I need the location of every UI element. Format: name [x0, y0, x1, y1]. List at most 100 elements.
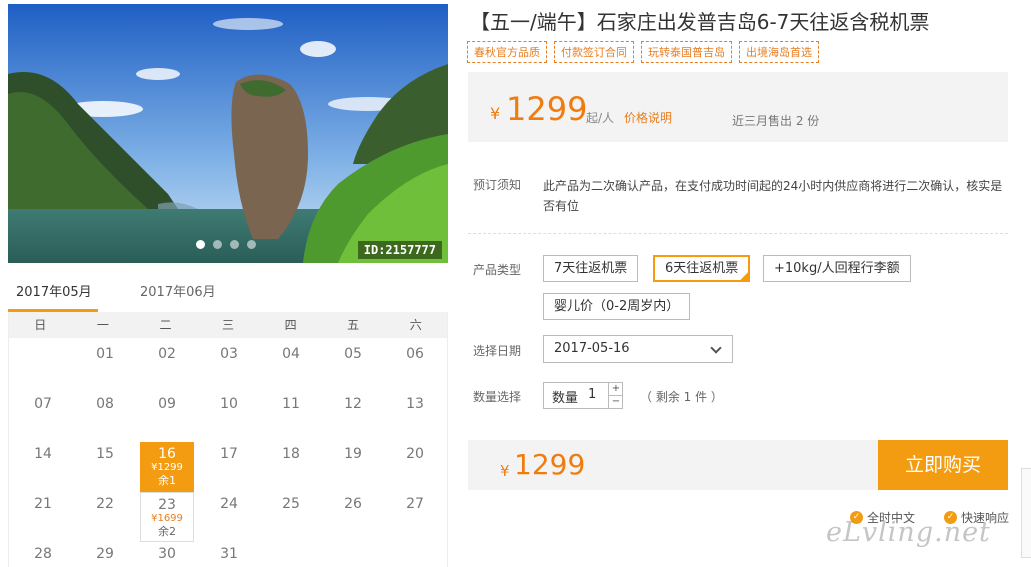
quantity-field-label: 数量 — [552, 391, 579, 406]
slide-dot-1[interactable] — [196, 240, 205, 249]
calendar-day[interactable]: 16 ¥1299 余1 — [140, 442, 194, 492]
calendar-day: 15 — [74, 442, 136, 492]
photo-id-label: ID:2157777 — [357, 241, 442, 259]
calendar-day-stock: 余2 — [158, 525, 176, 538]
price-currency: ¥ — [490, 104, 501, 123]
chevron-down-icon — [710, 342, 722, 354]
type-option-7day[interactable]: 7天往返机票 — [543, 255, 639, 282]
calendar-day: 26 — [322, 492, 384, 542]
date-select-value: 2017-05-16 — [554, 341, 630, 356]
slide-dot-2[interactable] — [213, 240, 222, 249]
type-option-luggage[interactable]: +10kg/人回程行李额 — [763, 255, 911, 282]
calendar-day-number: 30 — [158, 546, 176, 562]
quantity-label: 数量选择 — [473, 390, 522, 404]
slideshow-dots — [196, 240, 256, 249]
calendar-day-number: 13 — [406, 396, 424, 412]
calendar-day-number: 16 — [158, 446, 176, 462]
calendar-day: 02 — [136, 342, 198, 392]
product-tag: 春秋官方品质 — [467, 41, 547, 63]
calendar-day: 04 — [260, 342, 322, 392]
slide-dot-4[interactable] — [247, 240, 256, 249]
weekday-mon: 一 — [96, 318, 109, 332]
calendar-day: 17 — [198, 442, 260, 492]
calendar-day-number: 01 — [96, 346, 114, 362]
calendar-day-number: 03 — [220, 346, 238, 362]
calendar-day: 28 — [12, 542, 74, 567]
calendar-day: 25 — [260, 492, 322, 542]
type-option-6day[interactable]: 6天往返机票 — [653, 255, 751, 282]
calendar-day-number: 11 — [282, 396, 300, 412]
date-select[interactable]: 2017-05-16 — [543, 335, 733, 363]
calendar-day: 21 — [12, 492, 74, 542]
calendar-day-number: 06 — [406, 346, 424, 362]
weekday-wed: 三 — [222, 318, 235, 332]
calendar-day: 09 — [136, 392, 198, 442]
sold-count: 近三月售出 2 份 — [732, 114, 820, 128]
product-tag: 出境海岛首选 — [739, 41, 819, 63]
product-photo[interactable]: ID:2157777 — [8, 4, 448, 263]
tab-month-may[interactable]: 2017年05月 — [8, 278, 98, 312]
calendar-day: 24 — [198, 492, 260, 542]
notice-label: 预订须知 — [473, 178, 522, 192]
side-panel-edge[interactable] — [1021, 468, 1031, 558]
notice-text: 此产品为二次确认产品，在支付成功时间起的24小时内供应商将进行二次确认，核实是否… — [543, 179, 1003, 213]
type-option-label: 6天往返机票 — [665, 261, 739, 276]
product-tag: 玩转泰国普吉岛 — [641, 41, 732, 63]
quantity-increase-button[interactable]: + — [608, 383, 623, 396]
calendar-day: 31 — [198, 542, 260, 567]
calendar-day: 01 — [74, 342, 136, 392]
calendar-day-number: 05 — [344, 346, 362, 362]
weekday-fri: 五 — [347, 318, 360, 332]
selected-corner-icon — [739, 271, 750, 281]
calendar-day-number: 12 — [344, 396, 362, 412]
price-value: 1299 — [506, 90, 588, 128]
tab-month-june[interactable]: 2017年06月 — [140, 278, 216, 312]
stock-note: （ 剩余 1 件 ） — [640, 390, 723, 404]
calendar-day: 18 — [260, 442, 322, 492]
divider — [468, 233, 1008, 234]
product-title: 【五一/端午】石家庄出发普吉岛6-7天往返含税机票 — [470, 10, 930, 34]
quantity-stepper: 数量 1 + − — [543, 382, 623, 409]
type-option-label: +10kg/人回程行李额 — [774, 261, 900, 276]
calendar-day-number: 15 — [96, 446, 114, 462]
calendar: 日 一 二 三 四 五 六 01 02 03 04 05 06 07 08 09 10 11 12 13… — [8, 312, 448, 567]
price-unit: 起/人 — [586, 111, 615, 125]
calendar-day-number: 22 — [96, 496, 114, 512]
calendar-day: 12 — [322, 392, 384, 442]
quantity-input[interactable]: 1 — [588, 387, 596, 402]
weekday-sun: 日 — [34, 318, 47, 332]
calendar-day: 27 — [384, 492, 446, 542]
calendar-day-number: 07 — [34, 396, 52, 412]
calendar-day-number: 10 — [220, 396, 238, 412]
calendar-day-stock: 余1 — [158, 474, 176, 487]
calendar-day-number: 04 — [282, 346, 300, 362]
calendar-day-number: 02 — [158, 346, 176, 362]
price-explain-link[interactable]: 价格说明 — [624, 109, 672, 126]
calendar-day: 10 — [198, 392, 260, 442]
weekday-sat: 六 — [409, 318, 422, 332]
product-photo-image — [8, 4, 448, 263]
type-option-label: 婴儿价（0-2周岁内） — [554, 299, 680, 314]
calendar-day-number: 29 — [96, 546, 114, 562]
watermark: eLvling.net — [826, 517, 991, 548]
calendar-day: 30 — [136, 542, 198, 567]
calendar-empty-cell — [12, 342, 74, 392]
calendar-day-number: 28 — [34, 546, 52, 562]
product-type-label: 产品类型 — [473, 263, 522, 277]
calendar-day-price: ¥1699 — [151, 513, 183, 524]
weekday-thu: 四 — [284, 318, 297, 332]
calendar-day: 13 — [384, 392, 446, 442]
calendar-day: 19 — [322, 442, 384, 492]
calendar-day: 05 — [322, 342, 384, 392]
slide-dot-3[interactable] — [230, 240, 239, 249]
calendar-day[interactable]: 23 ¥1699 余2 — [140, 492, 194, 542]
buy-now-button[interactable]: 立即购买 — [878, 440, 1008, 490]
date-label: 选择日期 — [473, 344, 522, 358]
calendar-weekday-header: 日 一 二 三 四 五 六 — [9, 312, 447, 338]
type-option-infant[interactable]: 婴儿价（0-2周岁内） — [543, 293, 691, 320]
quantity-decrease-button[interactable]: − — [608, 396, 623, 409]
calendar-day: 03 — [198, 342, 260, 392]
calendar-month-tabs: 2017年05月 2017年06月 — [8, 278, 448, 312]
calendar-day-number: 23 — [158, 497, 176, 513]
calendar-day: 11 — [260, 392, 322, 442]
